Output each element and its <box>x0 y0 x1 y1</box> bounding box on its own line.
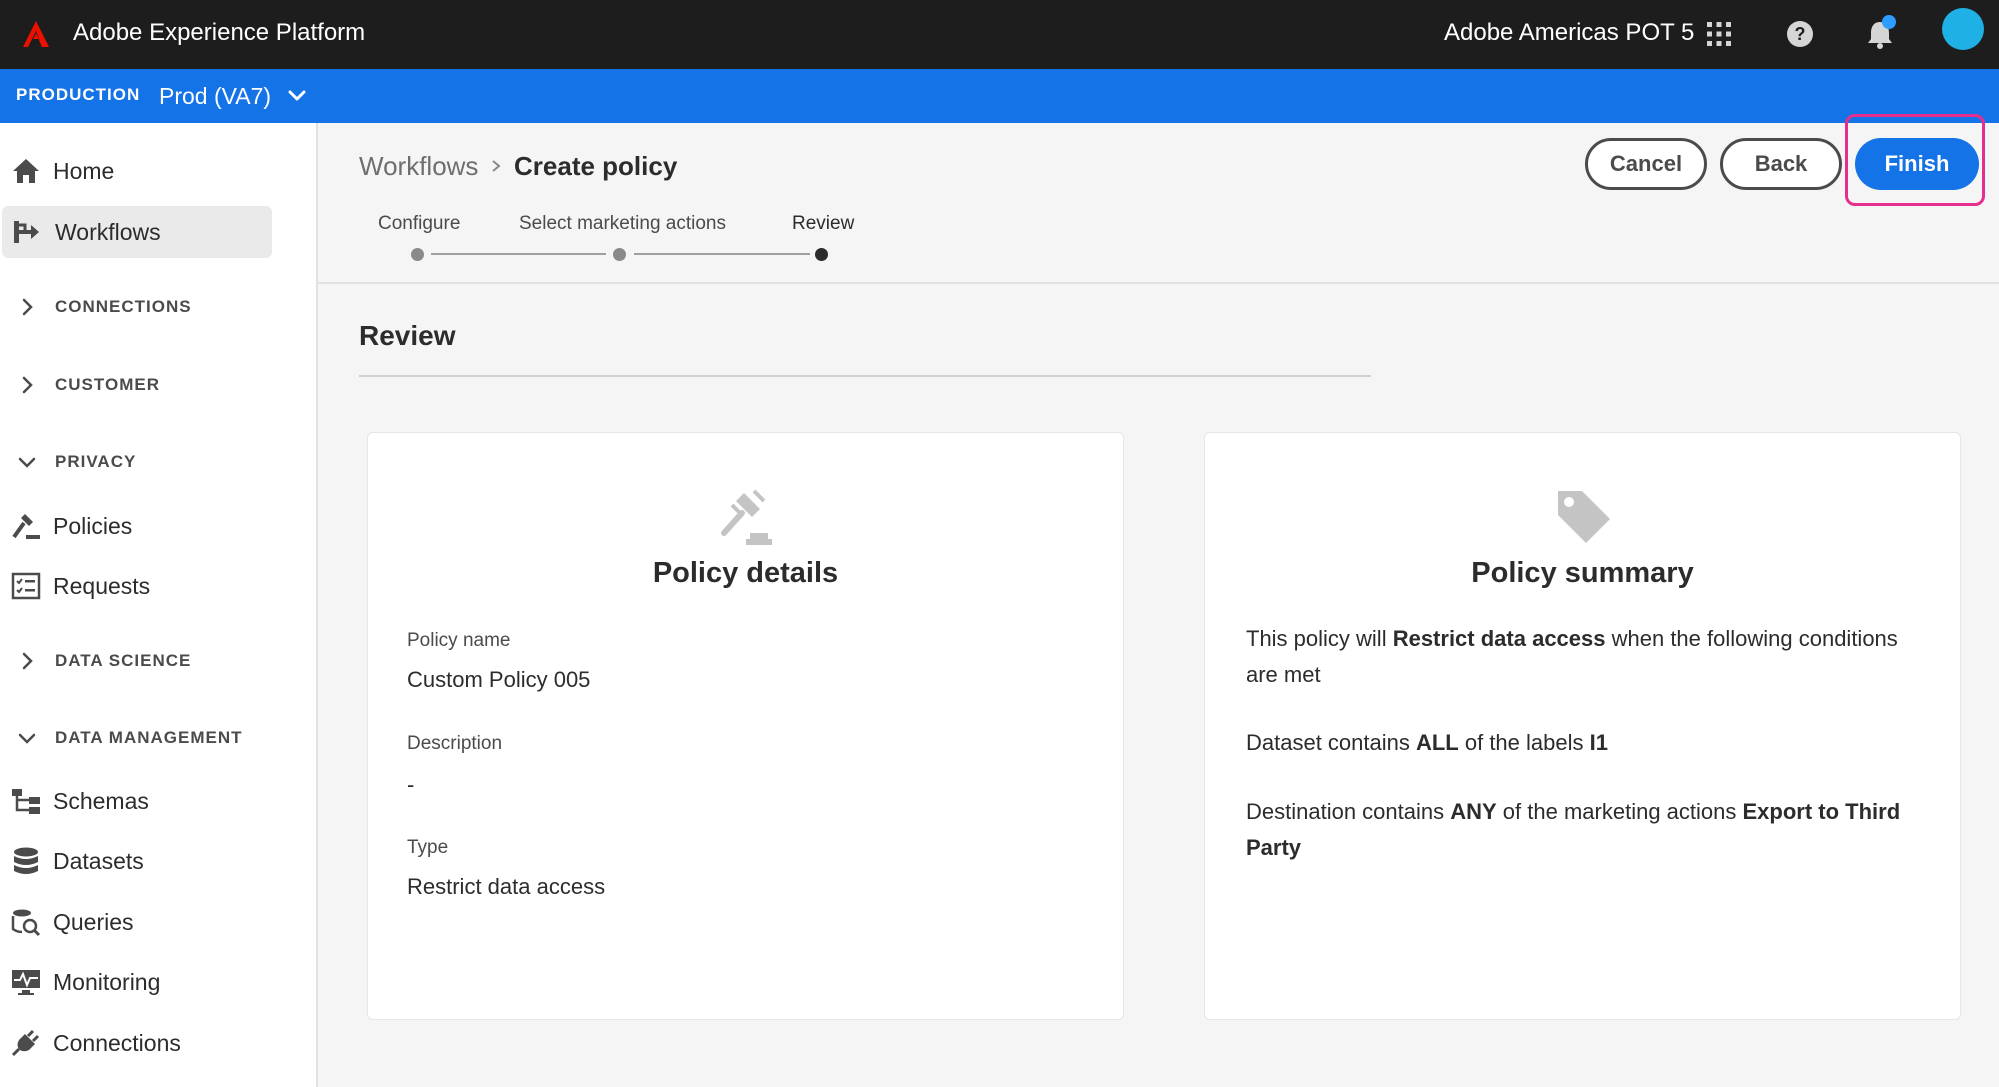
left-nav: Home Workflows CONNECTIONS CUSTOMER PRIV… <box>0 123 318 1087</box>
step-select-marketing-actions[interactable]: Select marketing actions <box>519 212 726 236</box>
nav-item-monitoring[interactable]: Monitoring <box>0 956 272 1008</box>
step-dot-configure <box>411 248 424 261</box>
cancel-button[interactable]: Cancel <box>1585 138 1707 190</box>
plug-icon <box>10 1027 42 1059</box>
type-label: Type <box>407 837 449 858</box>
nav-item-home[interactable]: Home <box>0 145 272 197</box>
stepper-track <box>431 253 606 255</box>
nav-section-data-science[interactable]: DATA SCIENCE <box>0 641 300 681</box>
org-switcher[interactable]: Adobe Americas POT 5 <box>1444 16 1694 50</box>
nav-item-datasets[interactable]: Datasets <box>0 835 272 887</box>
section-label: CONNECTIONS <box>55 297 192 316</box>
svg-text:?: ? <box>1795 24 1806 44</box>
section-label: DATA SCIENCE <box>55 651 192 670</box>
home-icon <box>10 155 42 187</box>
divider <box>318 282 1999 284</box>
summary-line-dataset-labels: Dataset contains ALL of the labels I1 <box>1246 730 1608 755</box>
nav-section-connections[interactable]: CONNECTIONS <box>0 287 300 327</box>
database-icon <box>10 845 42 877</box>
gavel-icon <box>714 487 778 551</box>
chevron-right-icon <box>22 652 33 670</box>
step-dot-review <box>815 248 828 261</box>
section-title: Review <box>359 320 456 351</box>
query-search-icon <box>10 906 42 938</box>
chevron-right-icon <box>486 154 506 178</box>
description-value: - <box>407 772 415 797</box>
nav-label: Policies <box>53 512 133 539</box>
nav-label: Connections <box>53 1029 181 1056</box>
nav-section-customer[interactable]: CUSTOMER <box>0 365 300 405</box>
apps-grid-icon[interactable] <box>1697 12 1741 56</box>
nav-label: Monitoring <box>53 968 161 995</box>
card-title: Policy details <box>652 557 839 589</box>
breadcrumb-workflows[interactable]: Workflows <box>359 150 478 182</box>
nav-item-policies[interactable]: Policies <box>0 500 272 552</box>
nav-label: Home <box>53 157 115 184</box>
nav-item-workflows[interactable]: Workflows <box>2 206 272 258</box>
summary-line-marketing-actions: Destination contains ANY of the marketin… <box>1246 799 1901 860</box>
gavel-icon <box>10 510 42 542</box>
nav-item-queries[interactable]: Queries <box>0 896 272 948</box>
section-label: DATA MANAGEMENT <box>55 728 243 747</box>
section-label: CUSTOMER <box>55 375 160 394</box>
nav-item-requests[interactable]: Requests <box>0 560 272 612</box>
tag-icon <box>1552 485 1616 549</box>
chevron-down-icon <box>18 457 36 468</box>
nav-item-schemas[interactable]: Schemas <box>0 775 272 827</box>
type-value: Restrict data access <box>407 874 606 899</box>
stepper-track <box>634 253 810 255</box>
nav-section-privacy[interactable]: PRIVACY <box>0 442 300 482</box>
nav-label: Requests <box>53 572 151 599</box>
chevron-right-icon <box>22 376 33 394</box>
back-button[interactable]: Back <box>1720 138 1842 190</box>
help-icon[interactable]: ? <box>1778 12 1822 56</box>
card-title: Policy summary <box>1471 557 1694 589</box>
chevron-right-icon <box>22 298 33 316</box>
nav-label: Schemas <box>53 787 149 814</box>
nav-item-connections[interactable]: Connections <box>0 1017 272 1069</box>
app-title: Adobe Experience Platform <box>73 19 366 46</box>
adobe-logo-icon[interactable] <box>16 16 56 52</box>
step-configure[interactable]: Configure <box>378 212 460 236</box>
summary-line-policy-type: This policy will Restrict data access wh… <box>1246 626 1898 687</box>
description-label: Description <box>407 733 503 754</box>
divider <box>359 375 1371 377</box>
monitoring-icon <box>10 966 42 998</box>
step-dot-select-marketing-actions <box>613 248 626 261</box>
chevron-down-icon[interactable] <box>285 84 309 108</box>
workflows-icon <box>12 216 44 248</box>
page-title: Create policy <box>514 151 678 181</box>
step-review: Review <box>792 213 855 234</box>
chevron-down-icon <box>18 733 36 744</box>
sandbox-type-label: PRODUCTION <box>16 85 141 104</box>
policy-name-value: Custom Policy 005 <box>407 667 591 692</box>
sandbox-name[interactable]: Prod (VA7) <box>159 81 271 111</box>
notifications-bell-icon[interactable] <box>1858 12 1902 56</box>
nav-label: Datasets <box>53 847 144 874</box>
requests-checklist-icon <box>10 570 42 602</box>
nav-label: Queries <box>53 908 134 935</box>
section-label: PRIVACY <box>55 452 137 471</box>
finish-button-highlight <box>1845 114 1985 206</box>
user-avatar[interactable] <box>1942 8 1984 50</box>
nav-section-data-management[interactable]: DATA MANAGEMENT <box>0 718 300 758</box>
nav-label: Workflows <box>55 218 161 245</box>
schemas-icon <box>10 785 42 817</box>
policy-name-label: Policy name <box>407 630 511 651</box>
